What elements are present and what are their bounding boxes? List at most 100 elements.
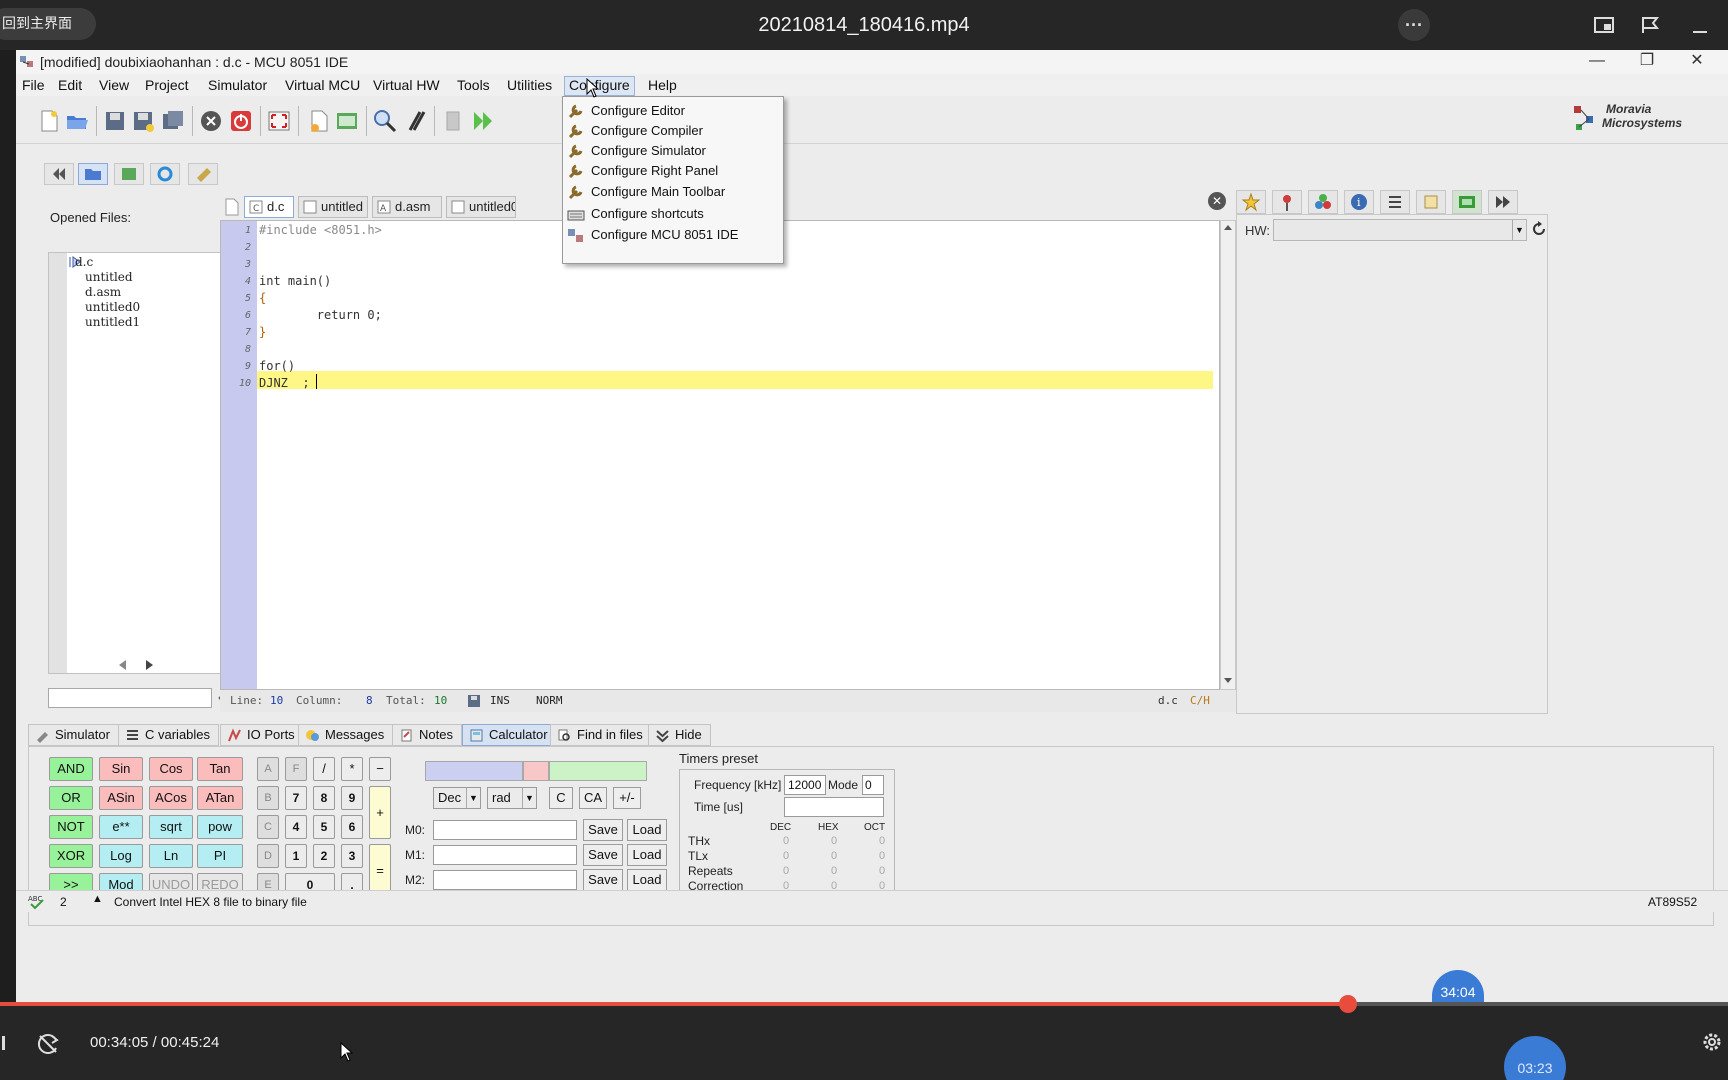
more-options-button[interactable]: ··· — [1398, 9, 1430, 41]
memory-2-input[interactable] — [433, 870, 577, 890]
memory-0-load-button[interactable]: Load — [627, 819, 667, 841]
right-tab-symbols-icon[interactable] — [1308, 190, 1338, 214]
calc-digit-2[interactable]: 2 — [313, 844, 335, 868]
new-file-icon[interactable] — [36, 108, 62, 134]
calc-and-button[interactable]: AND — [49, 757, 93, 781]
new-tab-icon[interactable] — [224, 198, 240, 216]
calc-pi-button[interactable]: PI — [197, 844, 243, 868]
calc-display-operator[interactable] — [523, 761, 549, 781]
menu-tools[interactable]: Tools — [453, 76, 494, 96]
scroll-right-icon[interactable] — [142, 658, 156, 672]
left-tab-prev-icon[interactable] — [44, 163, 74, 185]
calc-log-button[interactable]: Log — [99, 844, 143, 868]
menu-file[interactable]: File — [18, 76, 49, 96]
right-tab-hw-icon[interactable] — [1452, 190, 1482, 214]
calc-minus-button[interactable]: − — [369, 757, 391, 781]
file-item[interactable]: d.c — [75, 255, 93, 269]
code-editor[interactable]: 1 2 3 4 5 6 7 8 9 10 #include <8051.h> i… — [220, 220, 1220, 690]
calc-hex-a-button[interactable]: A — [257, 757, 279, 781]
menu-item-configure-simulator[interactable]: Configure Simulator — [563, 141, 783, 161]
right-tab-info-icon[interactable]: i — [1344, 190, 1374, 214]
left-tab-files-icon[interactable] — [78, 163, 108, 185]
menu-virtual-hw[interactable]: Virtual HW — [369, 76, 444, 96]
tab-hide[interactable]: Hide — [648, 724, 711, 746]
calc-sign-button[interactable]: +/- — [613, 787, 641, 809]
pin-on-top-icon[interactable] — [1634, 9, 1666, 41]
file-item[interactable]: untitled0 — [85, 300, 140, 314]
minimize-player-icon[interactable] — [1684, 9, 1716, 41]
tab-io-ports[interactable]: IO Ports — [220, 724, 304, 746]
calc-display-result[interactable] — [549, 761, 647, 781]
tab-calculator[interactable]: Calculator — [462, 724, 557, 746]
tab-messages[interactable]: Messages — [298, 724, 394, 746]
open-project-icon[interactable] — [334, 108, 360, 134]
save-all-icon[interactable] — [160, 108, 186, 134]
tab-untitled[interactable]: untitled — [298, 196, 368, 218]
calc-pow-button[interactable]: pow — [197, 815, 243, 839]
calc-sin-button[interactable]: Sin — [99, 757, 143, 781]
file-item[interactable]: untitled1 — [85, 315, 140, 329]
open-file-icon[interactable] — [64, 108, 90, 134]
menu-virtual-mcu[interactable]: Virtual MCU — [281, 76, 364, 96]
memory-1-input[interactable] — [433, 845, 577, 865]
memory-2-load-button[interactable]: Load — [627, 869, 667, 891]
progress-handle[interactable] — [1338, 995, 1357, 1013]
calc-cos-button[interactable]: Cos — [149, 757, 193, 781]
calc-hex-f-button[interactable]: F — [285, 757, 307, 781]
menu-simulator[interactable]: Simulator — [204, 76, 271, 96]
calc-clear-button[interactable]: C — [549, 787, 573, 809]
mode-stepper[interactable]: 0 — [862, 775, 884, 795]
run-icon[interactable] — [470, 108, 496, 134]
calc-hex-b-button[interactable]: B — [257, 786, 279, 810]
right-tab-breakpoints-icon[interactable] — [1272, 190, 1302, 214]
insert-mode[interactable]: INS — [490, 694, 510, 707]
right-tab-list-icon[interactable] — [1380, 190, 1410, 214]
new-project-icon[interactable] — [306, 108, 332, 134]
hw-select[interactable]: ▼ — [1273, 219, 1527, 241]
menu-item-configure-compiler[interactable]: Configure Compiler — [563, 121, 783, 141]
menu-item-configure-main-toolbar[interactable]: Configure Main Toolbar — [563, 182, 783, 202]
editor-vertical-scrollbar[interactable] — [1220, 220, 1236, 690]
prev-icon[interactable] — [0, 1032, 10, 1054]
close-file-icon[interactable] — [198, 108, 224, 134]
memory-1-load-button[interactable]: Load — [627, 844, 667, 866]
menu-utilities[interactable]: Utilities — [503, 76, 556, 96]
calc-or-button[interactable]: OR — [49, 786, 93, 810]
save-icon[interactable] — [102, 108, 128, 134]
find-icon[interactable] — [372, 108, 398, 134]
tab-untitled0[interactable]: untitled0 — [446, 196, 516, 218]
calc-exp-button[interactable]: e** — [99, 815, 143, 839]
progress-bar[interactable] — [0, 995, 1728, 1013]
calc-digit-3[interactable]: 3 — [341, 844, 363, 868]
tab-simulator[interactable]: Simulator — [28, 724, 119, 746]
chevron-up-icon[interactable]: ▲ — [92, 893, 103, 905]
left-tab-project-icon[interactable] — [114, 163, 144, 185]
memory-0-input[interactable] — [433, 820, 577, 840]
menu-item-configure-right-panel[interactable]: Configure Right Panel — [563, 161, 783, 181]
scroll-left-icon[interactable] — [116, 658, 130, 672]
menu-item-configure-mcu-8051-ide[interactable]: Configure MCU 8051 IDE — [563, 225, 783, 245]
right-tab-bookmarks-icon[interactable] — [1236, 190, 1266, 214]
refresh-icon[interactable] — [1531, 221, 1547, 237]
spellcheck-icon[interactable]: ABC — [28, 894, 46, 910]
calc-hex-d-button[interactable]: D — [257, 844, 279, 868]
calc-hex-c-button[interactable]: C — [257, 815, 279, 839]
compile-icon[interactable] — [402, 108, 428, 134]
file-filter-input[interactable] — [48, 688, 212, 708]
normal-mode[interactable]: NORM — [536, 694, 563, 707]
picture-in-picture-icon[interactable] — [1588, 9, 1620, 41]
close-panel-icon[interactable]: ✕ — [1208, 192, 1226, 210]
calc-display-main[interactable] — [425, 761, 523, 781]
menu-item-configure-shortcuts[interactable]: Configure shortcuts — [563, 204, 783, 224]
loop-icon[interactable] — [34, 1030, 62, 1058]
calc-tan-button[interactable]: Tan — [197, 757, 243, 781]
menu-edit[interactable]: Edit — [54, 76, 86, 96]
save-as-icon[interactable] — [130, 108, 156, 134]
window-maximize-button[interactable]: ❐ — [1624, 50, 1670, 74]
fullscreen-icon[interactable] — [266, 108, 292, 134]
step-icon[interactable] — [440, 108, 466, 134]
tab-d-c[interactable]: C d.c — [244, 196, 294, 218]
window-minimize-button[interactable]: — — [1574, 50, 1620, 74]
calc-digit-4[interactable]: 4 — [285, 815, 307, 839]
tab-c-variables[interactable]: C variables — [118, 724, 220, 746]
